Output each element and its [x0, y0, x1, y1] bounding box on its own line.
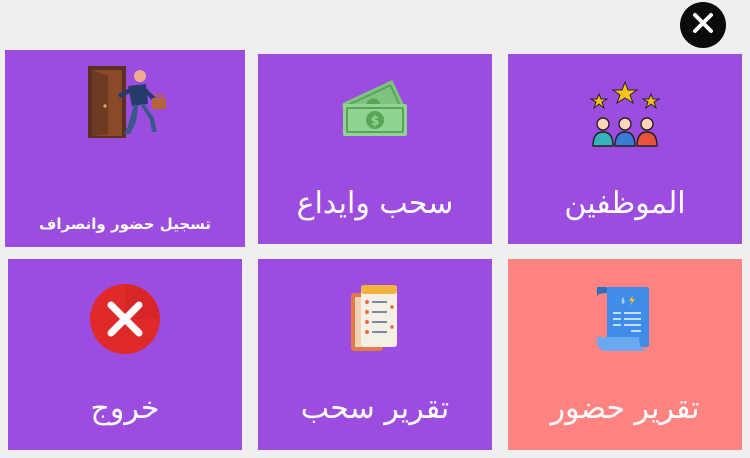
- tile-label: تسجيل حضور وانصراف: [38, 215, 212, 233]
- exit-door-icon: [5, 64, 245, 140]
- tile-withdraw-report[interactable]: تقرير سحب: [258, 259, 492, 450]
- tile-label: تقرير حضور: [550, 391, 700, 426]
- employees-stars-icon: [508, 80, 742, 150]
- tile-label: خروج: [90, 391, 160, 426]
- tile-label: تقرير سحب: [300, 391, 450, 426]
- tile-label: الموظفين: [564, 186, 686, 221]
- svg-text:$: $: [370, 114, 379, 129]
- tile-attendance-report[interactable]: تقرير حضور: [508, 259, 742, 450]
- document-icon: [508, 285, 742, 353]
- tile-employees[interactable]: الموظفين: [508, 54, 742, 244]
- receipts-icon: [258, 281, 492, 355]
- tile-withdraw-deposit[interactable]: $ سحب وايداع: [258, 54, 492, 244]
- cancel-icon: [8, 283, 242, 355]
- tile-exit[interactable]: خروج: [8, 259, 242, 450]
- tile-attendance-register[interactable]: تسجيل حضور وانصراف: [5, 50, 245, 247]
- tile-label: سحب وايداع: [296, 186, 454, 221]
- close-icon: [691, 11, 715, 39]
- close-button[interactable]: [680, 2, 726, 48]
- money-icon: $: [258, 76, 492, 142]
